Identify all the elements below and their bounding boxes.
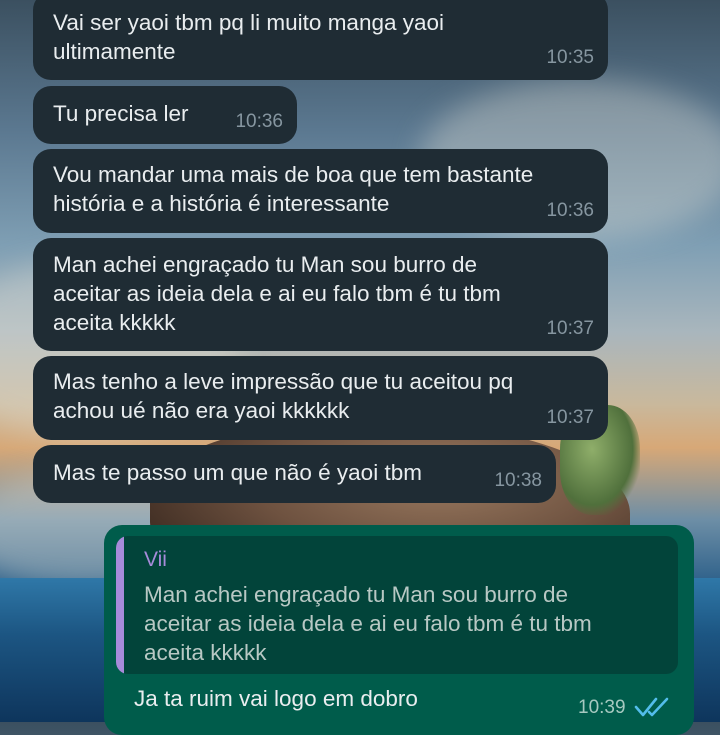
quote-text: Man achei engraçado tu Man sou burro de … (144, 580, 664, 667)
message-time: 10:35 (546, 47, 594, 68)
message-time: 10:39 (578, 697, 626, 718)
message-text: Mas te passo um que não é yaoi tbm (53, 460, 422, 485)
message-time: 10:37 (546, 318, 594, 339)
message-bubble-incoming[interactable]: Vai ser yaoi tbm pq li muito manga yaoi … (33, 0, 608, 80)
message-bubble-incoming[interactable]: Mas te passo um que não é yaoi tbm 10:38 (33, 445, 556, 503)
message-text: Man achei engraçado tu Man sou burro de … (53, 252, 501, 335)
quoted-message[interactable]: Vii Man achei engraçado tu Man sou burro… (116, 536, 678, 674)
message-text: Vou mandar uma mais de boa que tem basta… (53, 162, 534, 216)
quote-accent-bar (116, 536, 124, 674)
message-time: 10:38 (494, 470, 542, 491)
message-text: Tu precisa ler (53, 101, 189, 126)
message-time: 10:36 (546, 200, 594, 221)
message-bubble-incoming[interactable]: Mas tenho a leve impressão que tu aceito… (33, 356, 608, 440)
message-time: 10:36 (235, 111, 283, 132)
message-bubble-incoming[interactable]: Vou mandar uma mais de boa que tem basta… (33, 149, 608, 233)
double-check-read-icon (634, 697, 669, 717)
quote-text-content: Man achei engraçado tu Man sou burro de … (144, 582, 592, 665)
quote-author: Vii (144, 548, 167, 571)
message-text: Vai ser yaoi tbm pq li muito manga yaoi … (53, 10, 445, 64)
message-text: Ja ta ruim vai logo em dobro (134, 686, 418, 711)
message-bubble-incoming[interactable]: Tu precisa ler 10:36 (33, 86, 297, 144)
message-time: 10:37 (546, 407, 594, 428)
message-bubble-incoming[interactable]: Man achei engraçado tu Man sou burro de … (33, 238, 608, 351)
message-text: Mas tenho a leve impressão que tu aceito… (53, 369, 514, 423)
